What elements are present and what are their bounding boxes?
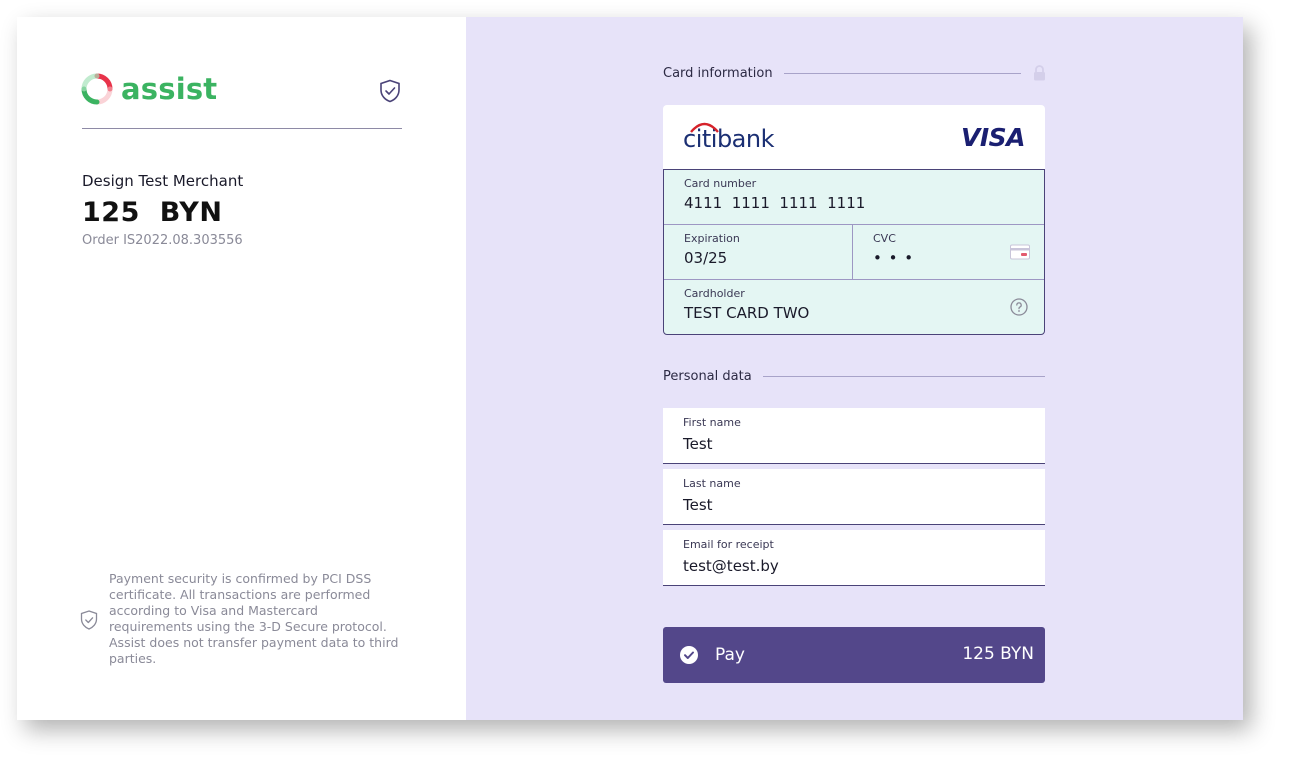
order-amount: 125 BYN bbox=[82, 197, 222, 228]
lock-icon bbox=[1034, 65, 1045, 81]
security-note-text: Payment security is confirmed by PCI DSS… bbox=[109, 571, 399, 666]
expiration-field[interactable]: Expiration 03/25 bbox=[684, 232, 844, 267]
security-note: Payment security is confirmed by PCI DSS… bbox=[80, 571, 410, 667]
last-name-label: Last name bbox=[683, 477, 741, 490]
order-number: Order IS2022.08.303556 bbox=[82, 233, 243, 248]
card-header: citibank VISA bbox=[663, 105, 1045, 169]
assist-logo-text: assist bbox=[121, 72, 218, 106]
cvc-field[interactable]: CVC • • • bbox=[873, 232, 1003, 267]
shield-check-icon bbox=[380, 79, 400, 103]
expiration-label: Expiration bbox=[684, 232, 740, 245]
cardholder-input[interactable]: TEST CARD TWO bbox=[684, 304, 984, 322]
card-number-field[interactable]: Card number 4111 1111 1111 1111 bbox=[684, 177, 1024, 212]
assist-logo-icon bbox=[81, 73, 113, 105]
cvc-input[interactable]: • • • bbox=[873, 249, 1003, 267]
divider bbox=[82, 128, 402, 129]
merchant-name: Design Test Merchant bbox=[82, 172, 244, 190]
card-back-icon bbox=[1010, 244, 1030, 260]
card-section-title: Card information bbox=[663, 66, 773, 81]
pay-button[interactable]: Pay 125 BYN bbox=[663, 627, 1045, 683]
last-name-field[interactable]: Last name Test bbox=[663, 469, 1045, 525]
last-name-input[interactable]: Test bbox=[683, 496, 713, 514]
amount-currency: BYN bbox=[159, 197, 223, 228]
citibank-arc-icon bbox=[690, 122, 719, 133]
amount-value: 125 bbox=[82, 197, 140, 228]
divider bbox=[664, 224, 1044, 225]
section-divider bbox=[762, 376, 1045, 377]
email-label: Email for receipt bbox=[683, 538, 774, 551]
pay-button-label: Pay bbox=[715, 645, 745, 665]
section-divider bbox=[783, 73, 1021, 74]
help-icon[interactable] bbox=[1010, 298, 1028, 316]
email-field[interactable]: Email for receipt test@test.by bbox=[663, 530, 1045, 586]
payment-form-panel: Card information citibank VISA Card numb… bbox=[466, 17, 1243, 720]
cardholder-label: Cardholder bbox=[684, 287, 745, 300]
order-summary-panel: assist Design Test Merchant 125 BYN Orde… bbox=[17, 17, 466, 720]
pay-button-amount: 125 BYN bbox=[962, 644, 1034, 664]
citibank-logo: citibank bbox=[683, 122, 775, 153]
card-fields: Card number 4111 1111 1111 1111 Expirati… bbox=[663, 169, 1045, 335]
shield-check-icon bbox=[80, 610, 98, 630]
card-number-label: Card number bbox=[684, 177, 757, 190]
expiration-input[interactable]: 03/25 bbox=[684, 249, 844, 267]
first-name-label: First name bbox=[683, 416, 741, 429]
cvc-label: CVC bbox=[873, 232, 896, 245]
visa-logo: VISA bbox=[960, 123, 1026, 152]
card-section-header: Card information bbox=[663, 66, 1021, 81]
divider bbox=[664, 279, 1044, 280]
first-name-input[interactable]: Test bbox=[683, 435, 713, 453]
divider bbox=[852, 225, 853, 279]
personal-section-header: Personal data bbox=[663, 369, 1045, 384]
email-input[interactable]: test@test.by bbox=[683, 557, 779, 575]
card-number-input[interactable]: 4111 1111 1111 1111 bbox=[684, 194, 1024, 212]
first-name-field[interactable]: First name Test bbox=[663, 408, 1045, 464]
cardholder-field[interactable]: Cardholder TEST CARD TWO bbox=[684, 287, 984, 322]
personal-section-title: Personal data bbox=[663, 369, 752, 384]
check-circle-icon bbox=[680, 646, 698, 664]
assist-logo: assist bbox=[81, 73, 217, 105]
card-form: citibank VISA Card number 4111 1111 1111… bbox=[663, 105, 1045, 335]
payment-window: assist Design Test Merchant 125 BYN Orde… bbox=[17, 17, 1243, 720]
